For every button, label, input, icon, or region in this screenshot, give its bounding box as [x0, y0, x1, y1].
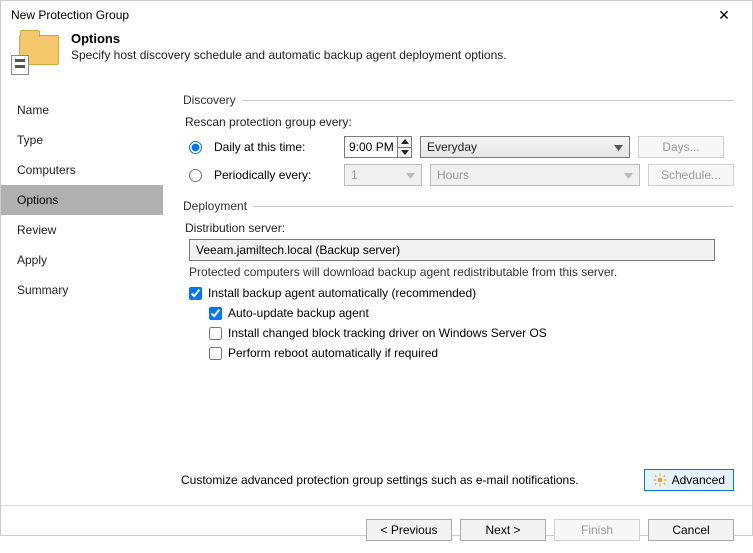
daily-time-input[interactable]: [344, 136, 412, 158]
cbt-label: Install changed block tracking driver on…: [228, 326, 547, 340]
titlebar: New Protection Group ✕: [1, 1, 752, 29]
daily-time-field[interactable]: [345, 137, 397, 157]
day-select[interactable]: Everyday: [420, 136, 630, 158]
reboot-row: Perform reboot automatically if required: [181, 343, 734, 363]
schedule-button: Schedule...: [648, 164, 734, 186]
install-agent-row: Install backup agent automatically (reco…: [181, 283, 734, 303]
periodic-radio[interactable]: [189, 169, 202, 182]
advanced-button-label: Advanced: [672, 473, 725, 487]
periodic-value: 1: [351, 168, 358, 182]
reboot-checkbox[interactable]: [209, 347, 222, 360]
advanced-button[interactable]: Advanced: [644, 469, 734, 491]
page-subtitle: Specify host discovery schedule and auto…: [71, 48, 507, 62]
wizard-footer: < Previous Next > Finish Cancel: [1, 505, 752, 553]
reboot-label: Perform reboot automatically if required: [228, 346, 438, 360]
distribution-server-select[interactable]: Veeam.jamiltech.local (Backup server): [189, 239, 715, 261]
periodic-value-select: 1: [344, 164, 422, 186]
cancel-button[interactable]: Cancel: [648, 519, 734, 541]
chevron-down-icon: [406, 168, 415, 182]
distribution-label: Distribution server:: [181, 221, 734, 235]
time-spinner[interactable]: [397, 137, 411, 157]
chevron-down-icon: [624, 168, 633, 182]
main-panel: Discovery Rescan protection group every:…: [163, 85, 752, 505]
periodic-unit: Hours: [437, 168, 469, 182]
header-icon: [11, 31, 59, 75]
header-text: Options Specify host discovery schedule …: [71, 31, 507, 62]
periodic-unit-select: Hours: [430, 164, 640, 186]
day-select-value: Everyday: [427, 140, 477, 154]
wizard-header: Options Specify host discovery schedule …: [1, 29, 752, 85]
close-icon[interactable]: ✕: [704, 7, 744, 24]
discovery-legend: Discovery: [181, 93, 242, 107]
cbt-row: Install changed block tracking driver on…: [181, 323, 734, 343]
deployment-group: Deployment Distribution server: Veeam.ja…: [181, 199, 734, 363]
install-agent-label: Install backup agent automatically (reco…: [208, 286, 476, 300]
window-title: New Protection Group: [11, 8, 129, 22]
deployment-legend: Deployment: [181, 199, 253, 213]
sidebar-item-name[interactable]: Name: [1, 95, 163, 125]
autoupdate-label: Auto-update backup agent: [228, 306, 369, 320]
install-agent-checkbox[interactable]: [189, 287, 202, 300]
discovery-group: Discovery Rescan protection group every:…: [181, 93, 734, 189]
autoupdate-checkbox[interactable]: [209, 307, 222, 320]
spinner-down-icon[interactable]: [398, 148, 411, 158]
next-button[interactable]: Next >: [460, 519, 546, 541]
distribution-info: Protected computers will download backup…: [181, 261, 734, 283]
wizard-steps-sidebar: Name Type Computers Options Review Apply…: [1, 85, 163, 505]
advanced-text: Customize advanced protection group sett…: [181, 473, 579, 487]
cbt-checkbox[interactable]: [209, 327, 222, 340]
rescan-label: Rescan protection group every:: [181, 115, 734, 129]
previous-button[interactable]: < Previous: [366, 519, 452, 541]
daily-radio[interactable]: [189, 141, 202, 154]
sidebar-item-apply[interactable]: Apply: [1, 245, 163, 275]
page-title: Options: [71, 31, 507, 46]
advanced-row: Customize advanced protection group sett…: [181, 469, 734, 491]
periodic-row: Periodically every: 1 Hours Schedule...: [181, 161, 734, 189]
sidebar-item-type[interactable]: Type: [1, 125, 163, 155]
days-button: Days...: [638, 136, 724, 158]
distribution-server-value: Veeam.jamiltech.local (Backup server): [196, 243, 400, 257]
gear-icon: [653, 473, 667, 487]
sidebar-item-summary[interactable]: Summary: [1, 275, 163, 305]
daily-row: Daily at this time: Everyday Days...: [181, 133, 734, 161]
daily-radio-label: Daily at this time:: [214, 140, 336, 154]
spinner-up-icon[interactable]: [398, 137, 411, 148]
finish-button: Finish: [554, 519, 640, 541]
autoupdate-row: Auto-update backup agent: [181, 303, 734, 323]
periodic-radio-label: Periodically every:: [214, 168, 336, 182]
chevron-down-icon: [614, 140, 623, 154]
sidebar-item-review[interactable]: Review: [1, 215, 163, 245]
sidebar-item-options[interactable]: Options: [1, 185, 163, 215]
sidebar-item-computers[interactable]: Computers: [1, 155, 163, 185]
server-icon: [11, 55, 29, 75]
